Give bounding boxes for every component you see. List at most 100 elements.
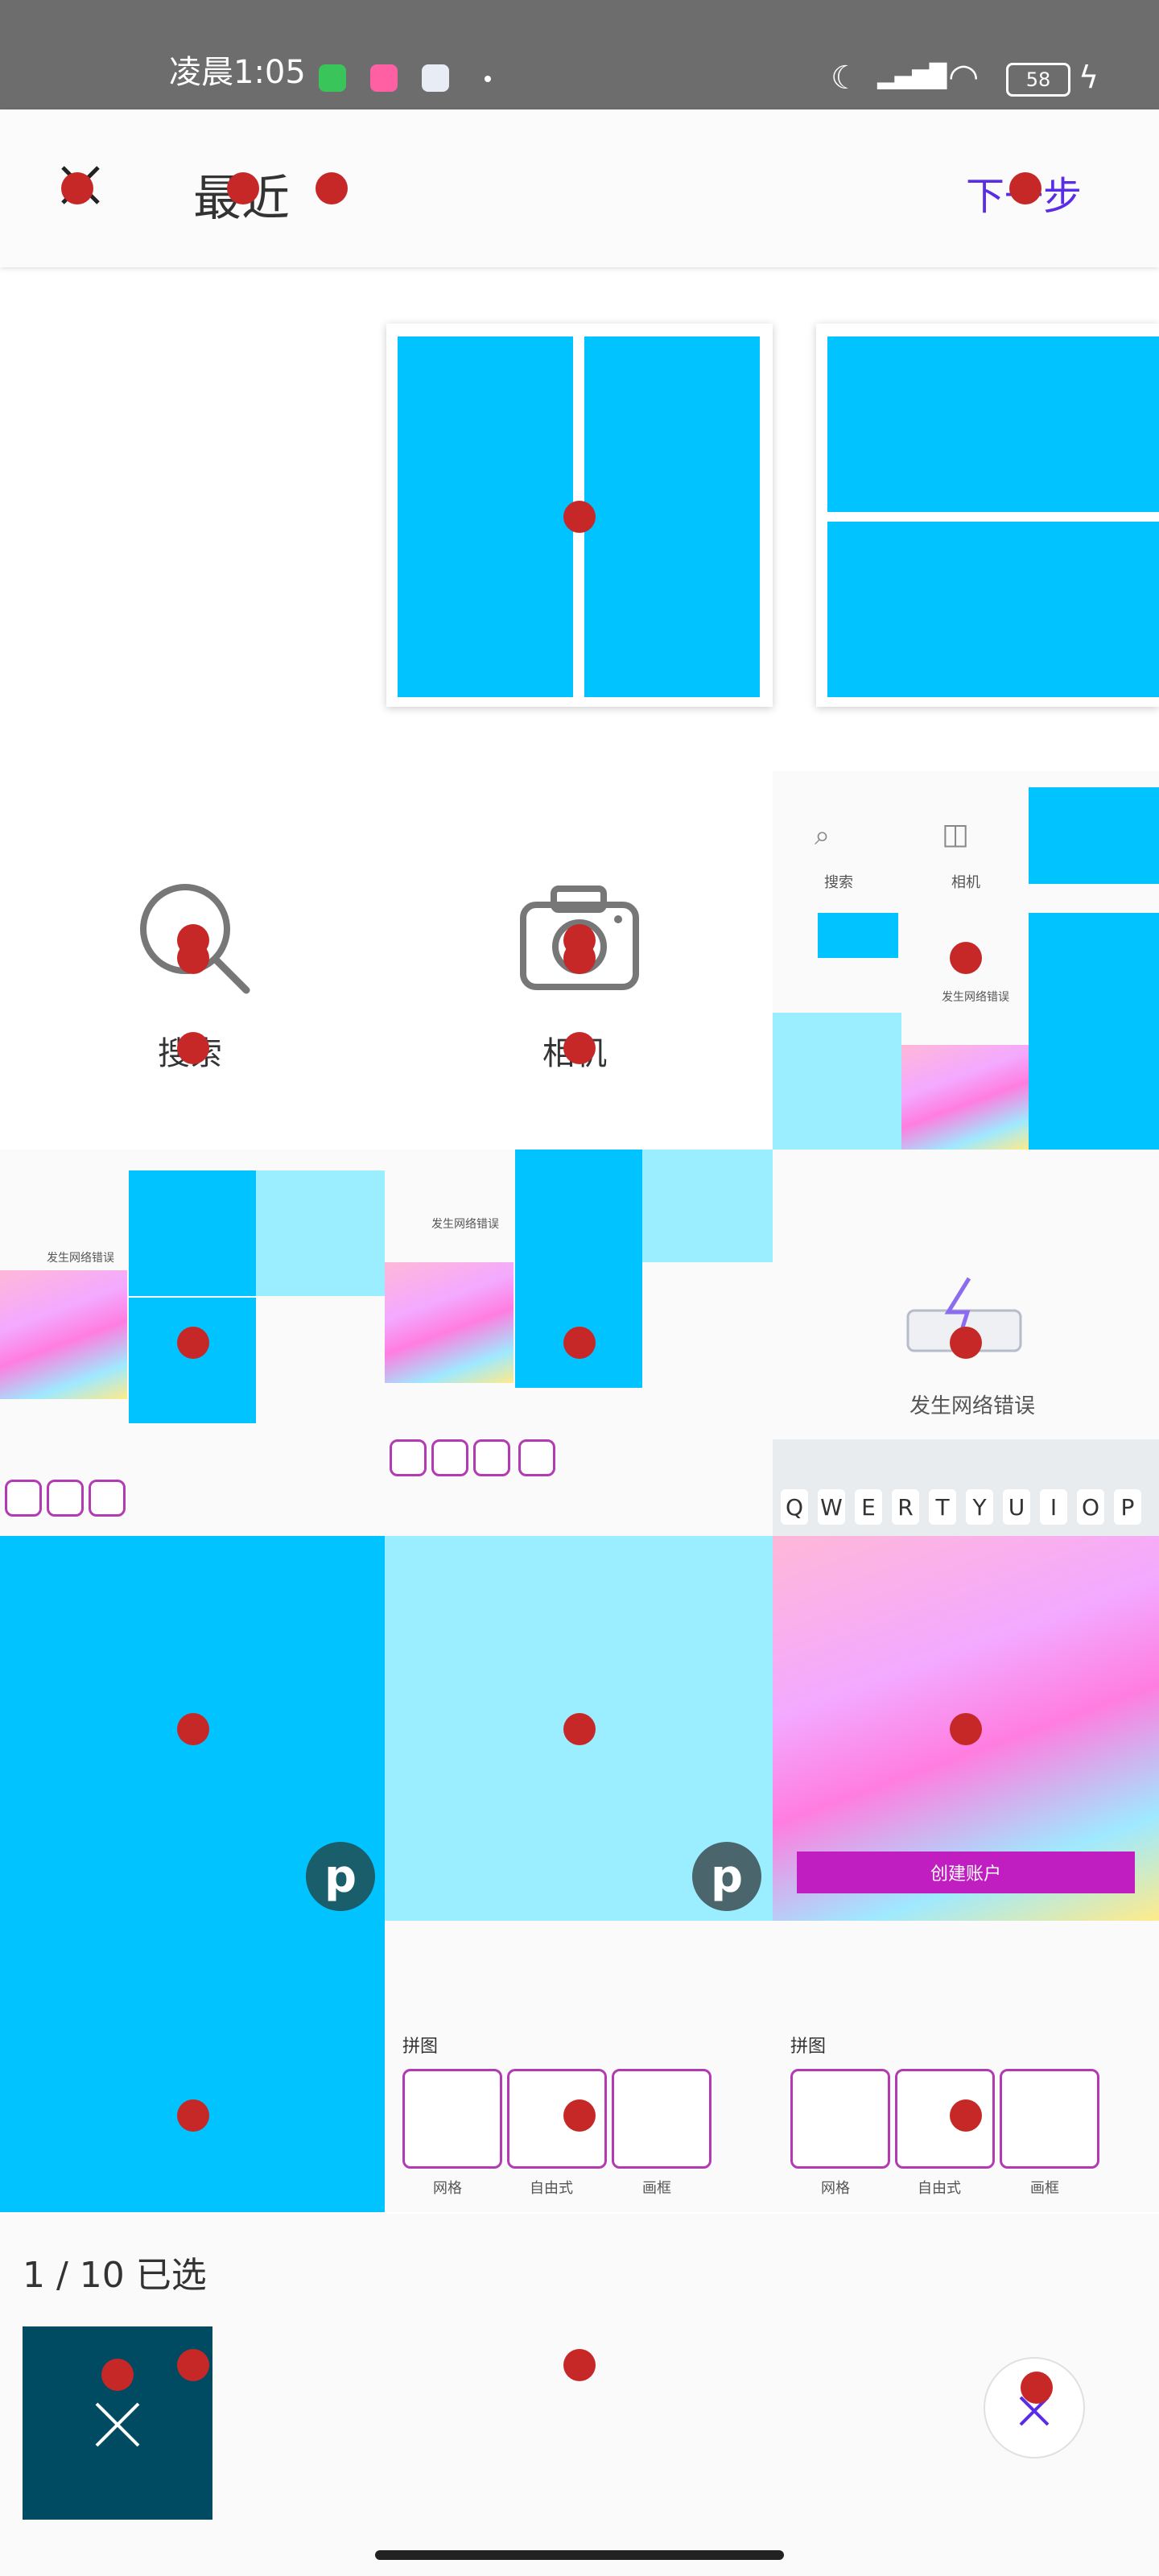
marker-dot xyxy=(563,1327,596,1359)
thumb-tile xyxy=(515,1262,642,1388)
layout-cell xyxy=(398,336,573,697)
marker-dot xyxy=(950,2099,982,2132)
photo-thumbnail[interactable]: 拼图 网格 自由式 画框 xyxy=(385,1921,773,2212)
create-account-button-thumb: 创建账户 xyxy=(797,1852,1135,1893)
keyboard-key: I xyxy=(1040,1489,1067,1525)
photo-thumbnail[interactable]: 拼图 网格 自由式 画框 xyxy=(773,1921,1159,2212)
marker-dot xyxy=(563,2349,596,2381)
marker-dot xyxy=(950,1327,982,1359)
marker-dot xyxy=(950,942,982,974)
marker-dot xyxy=(177,1327,209,1359)
thumb-text: 网格 xyxy=(821,2180,850,2197)
marker-dot xyxy=(563,2099,596,2132)
status-bar: 凌晨1:05 ☾ ▂▄▆█ ◠ 58 ϟ xyxy=(0,0,1159,109)
thumb-card xyxy=(431,1439,468,1476)
thumb-tile xyxy=(256,1170,385,1296)
dot-icon xyxy=(485,76,491,82)
collage-title: 拼图 xyxy=(790,2037,827,2057)
moon-icon: ☾ xyxy=(831,60,860,97)
thumb-card xyxy=(518,1439,555,1476)
keyboard-row: Q W E R T Y U I O P xyxy=(781,1489,1151,1530)
keyboard-key: P xyxy=(1114,1489,1141,1525)
thumb-text: 自由式 xyxy=(530,2180,573,2197)
marker-dot xyxy=(177,1713,209,1745)
keyboard-key: R xyxy=(892,1489,919,1525)
thumb-card xyxy=(390,1439,427,1476)
hd-signal-icon: ▂▄▆█ xyxy=(877,63,947,89)
marker-dot xyxy=(1021,2372,1053,2404)
thumb-text: 发生网络错误 xyxy=(431,1218,499,1231)
pinterest-badge-icon: p xyxy=(692,1842,761,1911)
thumb-photo xyxy=(901,1045,1029,1150)
keyboard-key: W xyxy=(818,1489,845,1525)
thumb-text: 发生网络错误 xyxy=(47,1252,114,1265)
thumb-text: 自由式 xyxy=(918,2180,961,2197)
thumb-card xyxy=(89,1480,126,1517)
keyboard-key: O xyxy=(1077,1489,1104,1525)
marker-dot xyxy=(563,1032,596,1064)
photo-thumbnail[interactable] xyxy=(0,1921,385,2212)
keyboard-key: Y xyxy=(966,1489,993,1525)
marker-dot xyxy=(563,501,596,533)
photo-thumbnail[interactable]: 发生网络错误 xyxy=(773,1150,1159,1439)
home-indicator xyxy=(375,2550,784,2560)
camera-icon: ◫ xyxy=(942,818,970,851)
battery-level: 58 xyxy=(1025,68,1051,91)
grid-card xyxy=(402,2069,502,2169)
app-logo-icon xyxy=(422,64,449,92)
collage-title: 拼图 xyxy=(402,2037,439,2057)
bilibili-icon xyxy=(370,64,398,92)
thumb-text: 搜索 xyxy=(824,874,853,891)
marker-dot xyxy=(177,1032,209,1064)
thumb-text: 画框 xyxy=(1030,2180,1059,2197)
layout-cell xyxy=(584,336,760,697)
thumb-text: 相机 xyxy=(951,874,980,891)
frame-card xyxy=(1000,2069,1099,2169)
marker-dot xyxy=(177,2099,209,2132)
thumb-card xyxy=(47,1480,84,1517)
layout-template-two-rows[interactable] xyxy=(816,324,1159,707)
marker-dot xyxy=(177,2349,209,2381)
charging-icon: ϟ xyxy=(1079,60,1099,95)
thumb-card xyxy=(5,1480,42,1517)
grid-card xyxy=(790,2069,890,2169)
frame-card xyxy=(612,2069,711,2169)
thumb-toolbar xyxy=(390,1439,768,1480)
remove-icon[interactable] xyxy=(92,2399,143,2450)
marker-dot xyxy=(227,172,259,204)
thumb-tile xyxy=(129,1298,256,1423)
status-time: 凌晨1:05 xyxy=(169,54,306,91)
thumb-text: 发生网络错误 xyxy=(942,991,1009,1004)
thumb-tile xyxy=(1029,787,1159,884)
thumb-tile xyxy=(1029,913,1159,1150)
keyboard-key: Q xyxy=(781,1489,808,1525)
thumb-text: 网格 xyxy=(433,2180,462,2197)
marker-dot xyxy=(563,942,596,974)
thumb-tile xyxy=(642,1150,773,1262)
thumb-tile xyxy=(818,913,898,958)
keyboard-key: T xyxy=(929,1489,956,1525)
marker-dot xyxy=(101,2359,134,2391)
android-robot-icon xyxy=(319,64,346,92)
thumb-card xyxy=(473,1439,510,1476)
selection-count: 1 / 10 已选 xyxy=(23,2255,207,2296)
thumb-tile xyxy=(515,1150,642,1262)
marker-dot xyxy=(316,172,348,204)
layout-cell xyxy=(827,522,1159,697)
network-error-text: 发生网络错误 xyxy=(909,1394,1036,1418)
photo-thumbnail[interactable]: Q W E R T Y U I O P 创建账户 xyxy=(773,1439,1159,1921)
thumb-text: 画框 xyxy=(642,2180,671,2197)
search-icon: ⌕ xyxy=(815,819,831,852)
layout-cell xyxy=(827,336,1159,512)
wifi-icon: ◠ xyxy=(948,56,980,97)
keyboard-key: U xyxy=(1003,1489,1030,1525)
battery-icon: 58 xyxy=(1006,63,1070,97)
marker-dot xyxy=(563,1713,596,1745)
marker-dot xyxy=(1009,172,1041,204)
marker-dot xyxy=(61,172,93,204)
thumb-photo xyxy=(0,1270,127,1399)
pinterest-badge-icon: p xyxy=(306,1842,375,1911)
keyboard-key: E xyxy=(855,1489,882,1525)
marker-dot xyxy=(177,942,209,974)
thumb-tile xyxy=(773,1013,901,1150)
